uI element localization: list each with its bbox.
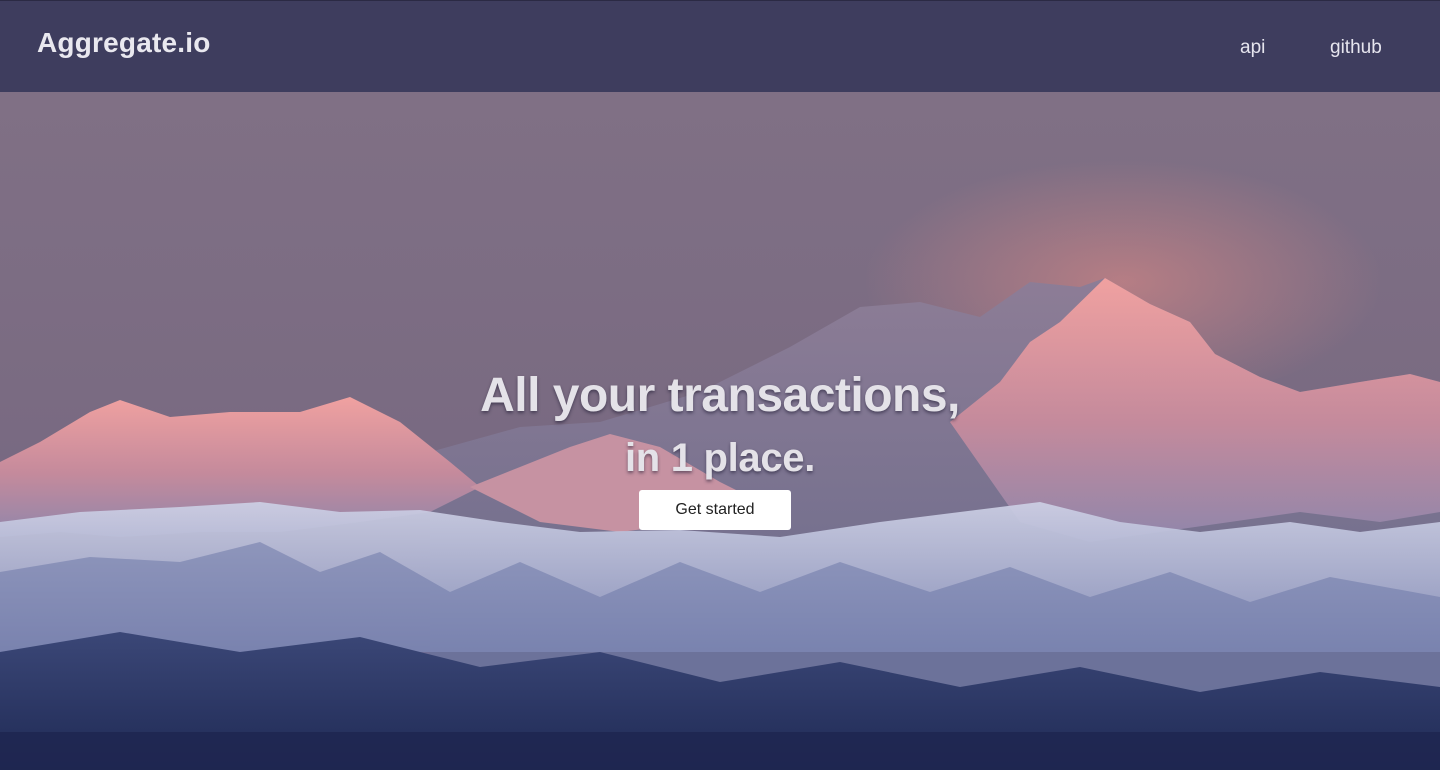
mountain-background-image bbox=[0, 92, 1440, 770]
hero-headline-line2: in 1 place. bbox=[624, 436, 816, 480]
nav-link-api[interactable]: api bbox=[1240, 37, 1265, 59]
landing-page: Aggregate.io api github All your transac… bbox=[0, 0, 1440, 770]
nav-link-github[interactable]: github bbox=[1330, 37, 1382, 59]
brand-logo[interactable]: Aggregate.io bbox=[37, 27, 211, 59]
top-navbar: Aggregate.io api github bbox=[0, 0, 1440, 92]
hero-headline-line1: All your transactions, bbox=[480, 369, 960, 422]
hero-section bbox=[0, 92, 1440, 770]
get-started-button[interactable]: Get started bbox=[639, 490, 791, 530]
